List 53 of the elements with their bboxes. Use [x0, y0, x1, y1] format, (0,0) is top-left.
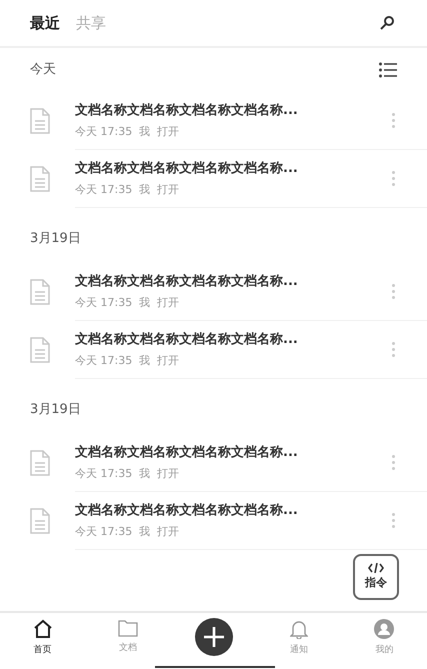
document-user: 我	[139, 353, 150, 369]
document-name[interactable]: 文档名称文档名称文档名称文档名称...	[75, 330, 392, 349]
section-date: 3月19日	[30, 400, 81, 419]
more-button[interactable]	[392, 342, 395, 357]
add-button[interactable]	[194, 618, 233, 656]
more-button[interactable]	[392, 513, 395, 528]
document-name[interactable]: 文档名称文档名称文档名称文档名称...	[75, 272, 392, 291]
more-button[interactable]	[392, 171, 395, 186]
document-time: 今天 17:35	[75, 295, 132, 311]
document-user: 我	[139, 182, 150, 198]
list-icon	[379, 62, 397, 78]
document-user: 我	[139, 524, 150, 540]
document-icon	[29, 108, 51, 134]
document-time: 今天 17:35	[75, 353, 132, 369]
document-time: 今天 17:35	[75, 524, 132, 540]
search-icon	[379, 15, 395, 31]
document-action: 打开	[157, 466, 180, 482]
document-icon	[29, 166, 51, 192]
bell-icon	[290, 619, 308, 639]
code-icon	[368, 562, 384, 573]
document-action: 打开	[157, 295, 180, 311]
nav-tab[interactable]: 首页	[32, 613, 53, 669]
document-user: 我	[139, 295, 150, 311]
folder-icon	[118, 619, 138, 637]
document-icon	[29, 337, 51, 363]
document-action: 打开	[157, 182, 180, 198]
document-user: 我	[139, 466, 150, 482]
document-user: 我	[139, 124, 150, 140]
tab[interactable]: 最近	[30, 12, 60, 34]
command-button[interactable]: 指令	[353, 554, 399, 600]
document-time: 今天 17:35	[75, 466, 132, 482]
home-icon	[32, 619, 53, 639]
document-action: 打开	[157, 353, 180, 369]
search-button[interactable]	[379, 15, 395, 31]
list-view-button[interactable]	[379, 62, 397, 78]
document-icon	[29, 279, 51, 305]
document-name[interactable]: 文档名称文档名称文档名称文档名称...	[75, 158, 392, 178]
document-name[interactable]: 文档名称文档名称文档名称文档名称...	[75, 100, 392, 120]
more-button[interactable]	[392, 284, 395, 299]
document-name[interactable]: 文档名称文档名称文档名称文档名称...	[75, 500, 392, 520]
document-time: 今天 17:35	[75, 124, 132, 140]
more-button[interactable]	[392, 113, 395, 128]
document-action: 打开	[157, 124, 180, 140]
document-action: 打开	[157, 524, 180, 540]
profile-icon	[374, 619, 394, 639]
section-date: 3月19日	[30, 230, 81, 248]
document-name[interactable]: 文档名称文档名称文档名称文档名称...	[75, 442, 392, 462]
more-button[interactable]	[392, 455, 395, 470]
document-icon	[29, 508, 51, 534]
document-icon	[29, 450, 51, 476]
section-date: 今天	[30, 61, 56, 80]
plus-icon	[204, 627, 224, 647]
document-time: 今天 17:35	[75, 182, 132, 198]
